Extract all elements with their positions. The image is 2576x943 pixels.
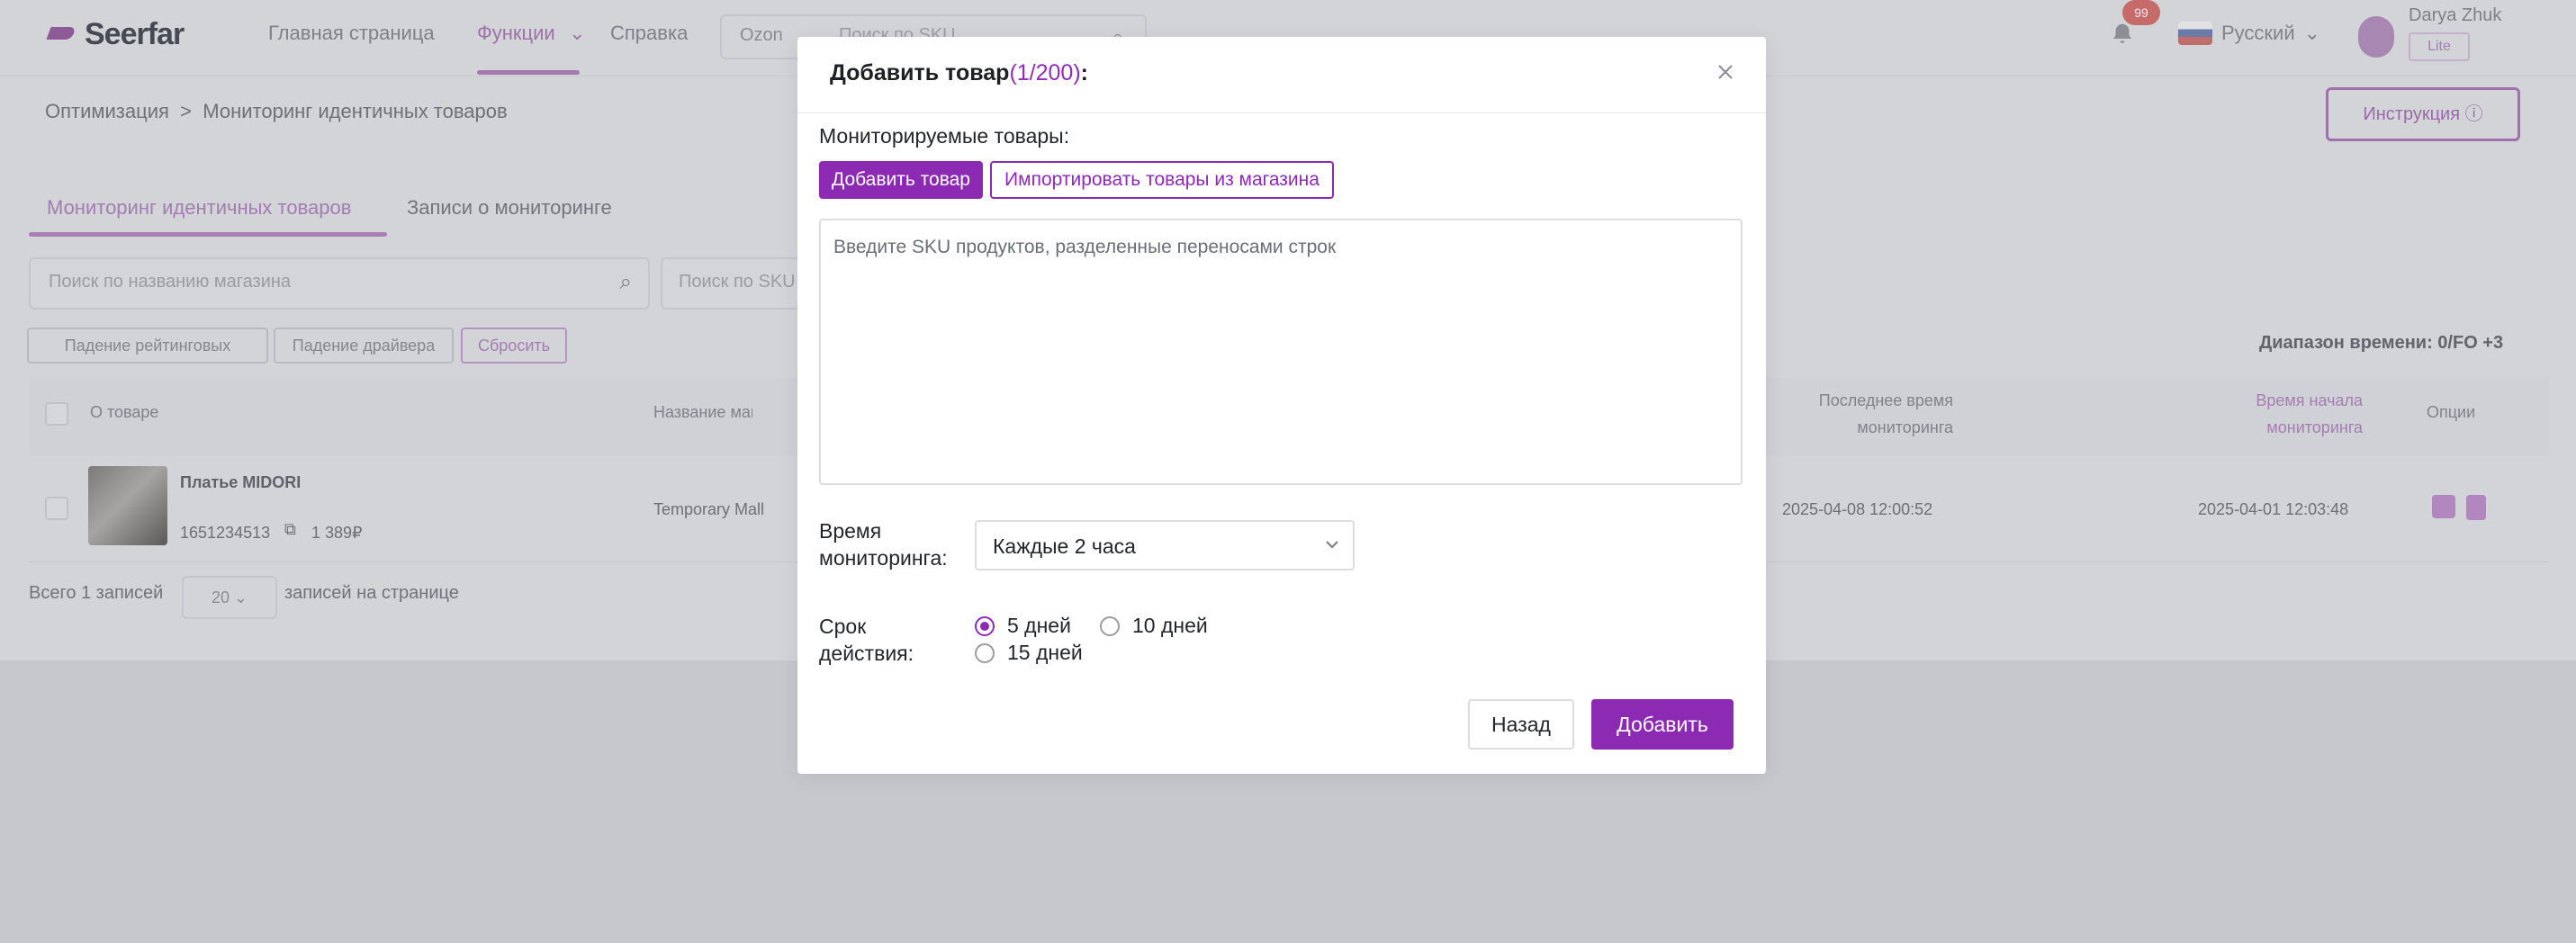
add-product-dialog: Добавить товар(1/200): Мониторируемые то… — [797, 37, 1766, 774]
filter-chip[interactable]: Падение драйвера — [274, 328, 454, 364]
back-button[interactable]: Назад — [1468, 699, 1574, 750]
pagination-total: Всего 1 записей — [29, 583, 164, 603]
column-header-shop: Название магазина — [653, 403, 752, 421]
column-header-options: Опции — [2427, 403, 2476, 421]
nav-functions[interactable]: Функции — [477, 22, 555, 45]
shop-search-placeholder: Поиск по названию магазина — [49, 272, 292, 292]
dialog-title-colon: : — [1080, 60, 1088, 85]
search-icon[interactable]: ⌕ — [620, 270, 632, 295]
logo-text: Seerfar — [85, 16, 185, 51]
filter-chip[interactable]: Падение рейтинговых — [27, 328, 268, 364]
user-name: Daryа Zhuk — [2409, 5, 2502, 25]
delete-icon[interactable] — [2466, 495, 2486, 520]
monitoring-interval-value: Каждые 2 часа — [993, 534, 1136, 558]
breadcrumb-separator: > — [175, 100, 198, 122]
select-all-checkbox[interactable] — [45, 402, 68, 426]
tab-monitoring-records[interactable]: Записи о мониторинге — [407, 196, 612, 220]
monitoring-time-label-line: мониторинга: — [819, 546, 948, 570]
product-title[interactable]: Платье MIDORI — [180, 473, 301, 492]
sku-search-placeholder: Поиск по SKU — [679, 272, 796, 292]
period-radio-15-days[interactable]: 15 дней — [975, 641, 1083, 665]
language-label: Русский — [2221, 22, 2295, 44]
logo: Seerfar — [47, 16, 185, 52]
chevron-down-icon: ⌄ — [2303, 22, 2321, 44]
close-icon[interactable] — [1712, 58, 1739, 85]
copy-icon[interactable]: ⧉ — [284, 520, 296, 539]
nav-help[interactable]: Справка — [610, 22, 688, 45]
radio-unchecked-icon[interactable] — [975, 642, 995, 663]
column-header-start-monitoring[interactable]: Время начала мониторинга — [2160, 387, 2363, 441]
shop-name: Temporary Mall — [653, 500, 765, 518]
column-header-last-monitoring[interactable]: Последнее время мониторинга — [1764, 387, 1953, 441]
breadcrumb-item[interactable]: Оптимизация — [45, 100, 169, 122]
breadcrumb: Оптимизация > Мониторинг идентичных това… — [45, 100, 508, 123]
monitoring-time-label: Время мониторинга: — [819, 517, 948, 571]
import-from-store-button[interactable]: Импортировать товары из магазина — [990, 161, 1334, 199]
shop-search-input[interactable]: Поиск по названию магазина ⌕ — [29, 257, 650, 310]
notification-badge: 99 — [2122, 0, 2160, 25]
validity-period-label: Срок действия: — [819, 613, 914, 667]
nav-functions-chevron-icon: ⌄ — [569, 22, 586, 44]
validity-period-label-line: действия: — [819, 642, 914, 665]
radio-checked-icon[interactable] — [975, 615, 995, 636]
last-monitoring-time: 2025-04-08 12:00:52 — [1782, 500, 1933, 518]
period-option-label: 5 дней — [1007, 614, 1071, 637]
chevron-down-icon — [1326, 541, 1338, 549]
tab-identical-products[interactable]: Мониторинг идентичных товаров — [47, 196, 351, 220]
flag-ru-icon — [2178, 22, 2212, 45]
product-sku: 1651234513 — [180, 524, 271, 542]
user-plan-badge: Lite — [2409, 32, 2470, 61]
period-radio-10-days[interactable]: 10 дней — [1100, 614, 1208, 638]
monitoring-interval-select[interactable]: Каждые 2 часа — [975, 520, 1355, 570]
dialog-title-text: Добавить товар — [830, 60, 1010, 85]
add-button[interactable]: Добавить — [1591, 699, 1734, 750]
dialog-product-count: (1/200) — [1009, 60, 1081, 85]
logo-icon — [47, 23, 77, 45]
column-header-product: О товаре — [90, 403, 159, 421]
monitoring-time-label-line: Время — [819, 519, 882, 543]
dialog-header: Добавить товар(1/200): — [797, 37, 1766, 113]
breadcrumb-item: Мониторинг идентичных товаров — [203, 100, 508, 122]
product-price: 1 389₽ — [311, 524, 363, 542]
instructions-button[interactable]: Инструкция ⓘ — [2326, 87, 2520, 141]
period-option-label: 10 дней — [1132, 614, 1208, 637]
period-option-label: 15 дней — [1007, 641, 1083, 664]
nav-home[interactable]: Главная страница — [268, 22, 435, 45]
pagination-suffix: записей на странице — [284, 583, 459, 603]
reset-filters-button[interactable]: Сбросить — [461, 328, 567, 364]
nav-active-underline — [477, 70, 580, 75]
product-thumbnail[interactable] — [88, 466, 167, 545]
page-size-value: 20 — [211, 588, 230, 606]
start-monitoring-time: 2025-04-01 12:03:48 — [2198, 500, 2349, 518]
validity-period-label-line: Срок — [819, 615, 867, 638]
search-platform-select[interactable]: Ozon — [740, 25, 783, 46]
tab-active-underline — [29, 232, 387, 237]
dialog-title: Добавить товар(1/200): — [830, 60, 1088, 86]
page-size-select[interactable]: 20 ⌄ — [182, 576, 277, 619]
period-radio-5-days[interactable]: 5 дней — [975, 614, 1071, 638]
avatar[interactable] — [2358, 16, 2394, 58]
instructions-label: Инструкция — [2363, 104, 2461, 124]
edit-icon[interactable] — [2432, 495, 2455, 518]
monitored-products-label: Мониторируемые товары: — [819, 124, 1070, 148]
time-range-label: Диапазон времени: 0/FO +3 — [2259, 333, 2504, 353]
radio-unchecked-icon[interactable] — [1100, 615, 1120, 636]
add-product-tab-button[interactable]: Добавить товар — [819, 161, 983, 199]
row-checkbox[interactable] — [45, 497, 68, 520]
language-selector[interactable]: Русский ⌄ — [2178, 22, 2320, 45]
sku-input[interactable] — [819, 219, 1743, 485]
